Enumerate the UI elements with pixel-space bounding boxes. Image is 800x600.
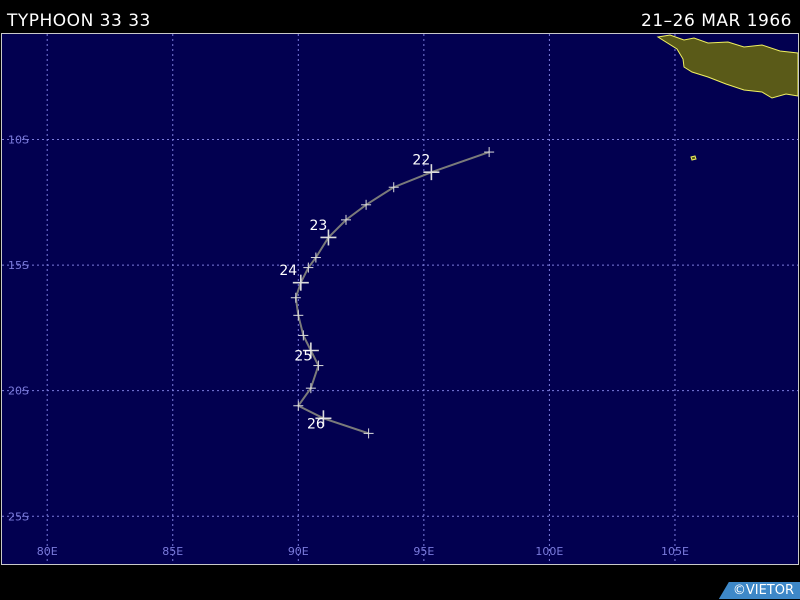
day-label: 24 [279, 263, 297, 279]
header-bar: TYPHOON 33 33 21–26 MAR 1966 [0, 0, 800, 33]
position-marker [290, 292, 301, 303]
day-label: 23 [309, 218, 327, 234]
position-marker [298, 330, 309, 341]
position-marker [388, 182, 399, 193]
latitude-label: 25S [8, 510, 29, 523]
day-label: 22 [412, 153, 430, 169]
storm-title: TYPHOON 33 33 [7, 11, 151, 31]
track-line [294, 151, 490, 435]
position-marker [313, 360, 324, 371]
day-label: 25 [294, 349, 312, 365]
longitude-label: 85E [162, 545, 183, 558]
longitude-label: 80E [37, 545, 58, 558]
latitude-label: 10S [8, 133, 29, 146]
longitude-label: 100E [535, 545, 563, 558]
longitude-label: 90E [288, 545, 309, 558]
graticule: 80E 85E 90E 95E 100E 105E 10S 15S 20S 25S [2, 34, 798, 564]
credit-badge: ©VIETOR [718, 582, 800, 599]
position-marker [363, 428, 374, 439]
date-range: 21–26 MAR 1966 [641, 11, 792, 31]
latitude-label: 15S [8, 259, 29, 272]
latitude-label: 20S [8, 385, 29, 398]
landmass [656, 34, 798, 161]
longitude-label: 95E [413, 545, 434, 558]
footer-bar: ©VIETOR [0, 566, 800, 600]
typhoon-track: 22 23 24 25 26 [279, 147, 495, 439]
longitude-label: 105E [661, 545, 689, 558]
position-marker [484, 147, 495, 158]
position-marker [293, 310, 304, 321]
small-island [690, 155, 697, 161]
day-label: 26 [307, 416, 325, 432]
map-canvas: 80E 85E 90E 95E 100E 105E10S15S20S25S 2223242… [2, 34, 798, 564]
java-landmass [656, 34, 798, 99]
track-map: 80E 85E 90E 95E 100E 105E 10S 15S 20S 25S 22 23 24 2… [1, 33, 799, 565]
